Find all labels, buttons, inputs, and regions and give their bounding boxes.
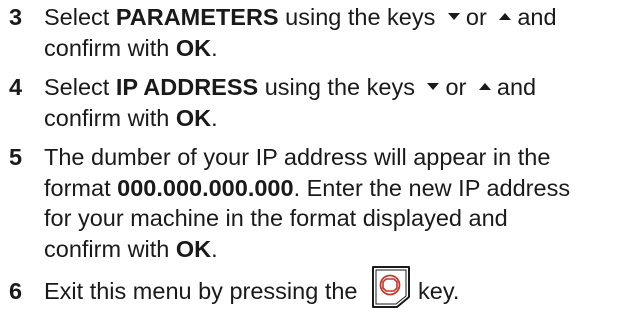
- step-line: for your machine in the format displayed…: [44, 205, 508, 231]
- step-line: Select IP ADDRESS using the keys or and: [44, 72, 636, 103]
- step-line: Select PARAMETERS using the keys or and: [44, 2, 636, 33]
- step-line: Exit this menu by pressing the key.: [44, 265, 636, 308]
- step-line: confirm with OK.: [44, 33, 636, 64]
- text-segment: and: [496, 74, 537, 100]
- down-arrow-key-icon: [427, 83, 440, 91]
- text-segment: .: [211, 104, 218, 131]
- text-segment: confirm with: [44, 104, 176, 131]
- text-segment: format: [44, 174, 118, 201]
- text-segment: or: [445, 74, 467, 100]
- menu-item-name: IP ADDRESS: [115, 74, 259, 100]
- text-segment: .: [211, 235, 218, 262]
- step-number: 6: [9, 278, 23, 304]
- step-number: 4: [9, 74, 23, 100]
- step-line: format 000.000.000.000. Enter the new IP…: [44, 173, 636, 204]
- stop-key-icon: [368, 264, 414, 310]
- text-segment: using the keys: [278, 4, 436, 30]
- menu-item-name: PARAMETERS: [115, 4, 279, 30]
- step-line: confirm with OK.: [44, 103, 636, 134]
- ok-key-label: OK: [175, 104, 212, 131]
- step-text: Select IP ADDRESS using the keys or and …: [44, 72, 636, 133]
- text-segment: Select: [44, 4, 116, 30]
- step-text: Exit this menu by pressing the key.: [44, 265, 636, 308]
- text-segment: and: [517, 4, 557, 30]
- up-arrow-key-icon: [499, 13, 512, 21]
- text-segment: . Enter the new IP address: [293, 174, 571, 201]
- text-segment: using the keys: [258, 74, 415, 100]
- text-segment: Exit this menu by pressing the: [44, 278, 365, 304]
- ok-key-label: OK: [175, 235, 212, 262]
- text-segment: confirm with: [44, 34, 176, 61]
- step-line: The dumber of your IP address will appea…: [44, 144, 551, 170]
- text-segment: or: [465, 4, 487, 30]
- text-segment: .: [211, 34, 218, 61]
- step-number: 5: [9, 144, 23, 170]
- step-number: 3: [9, 4, 23, 30]
- ok-key-label: OK: [175, 34, 212, 61]
- step-text: Select PARAMETERS using the keys or and …: [44, 2, 636, 63]
- down-arrow-key-icon: [447, 13, 460, 21]
- ip-format-value: 000.000.000.000: [117, 174, 294, 201]
- text-segment: key.: [418, 278, 460, 304]
- step-line: confirm with OK.: [44, 234, 636, 265]
- up-arrow-key-icon: [478, 83, 491, 91]
- text-segment: confirm with: [44, 235, 176, 262]
- text-segment: Select: [44, 74, 116, 100]
- step-text: The dumber of your IP address will appea…: [44, 142, 636, 264]
